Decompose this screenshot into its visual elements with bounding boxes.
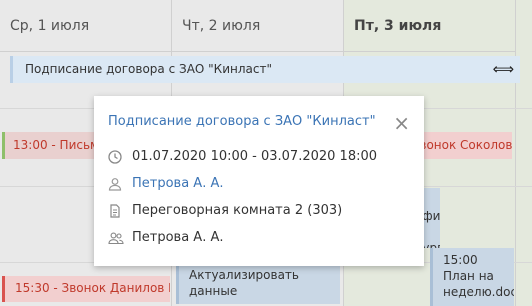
clock-icon (108, 149, 132, 164)
resize-icon[interactable]: ⟺ (492, 60, 514, 78)
popup-location-row: Переговорная комната 2 (303) (108, 197, 424, 224)
user-icon (108, 177, 132, 191)
event-time: 15:00 (443, 253, 478, 267)
event-bar-contract[interactable]: Подписание договора с ЗАО "Кинласт" ⟺ (10, 56, 520, 83)
popup-datetime: 01.07.2020 10:00 - 03.07.2020 18:00 (132, 149, 378, 164)
event-label: Актуализировать (189, 268, 299, 282)
users-icon (108, 231, 132, 245)
event-label: План на (443, 269, 494, 283)
event-details-popup: Подписание договора с ЗАО "Кинласт" × 01… (94, 96, 424, 266)
event-call-danilov[interactable]: 15:30 - Звонок Данилов М (2, 276, 170, 302)
event-update-data[interactable]: Актуализировать данные (176, 264, 340, 304)
day-header-fri[interactable]: Пт, 3 июля (344, 0, 515, 52)
event-label: неделю.docx (443, 285, 514, 299)
day-header-thu[interactable]: Чт, 2 июля (172, 0, 343, 52)
popup-participants: Петрова А. А. (132, 230, 224, 245)
popup-location: Переговорная комната 2 (303) (132, 203, 343, 218)
event-label: 13:00 - Письмо (13, 138, 107, 152)
popup-datetime-row: 01.07.2020 10:00 - 03.07.2020 18:00 (108, 143, 424, 170)
day-header-wed[interactable]: Ср, 1 июля (0, 0, 171, 52)
event-bar-title: Подписание договора с ЗАО "Кинласт" (25, 62, 272, 76)
document-icon (108, 203, 132, 218)
close-icon[interactable]: × (393, 113, 410, 133)
day-column-next (516, 0, 532, 306)
event-label: 15:30 - Звонок Данилов М (15, 281, 170, 295)
popup-organizer-link[interactable]: Петрова А. А. (132, 176, 224, 191)
event-label: звонок Соколов Ал (413, 138, 512, 152)
popup-participants-row: Петрова А. А. (108, 224, 424, 251)
popup-organizer-row: Петрова А. А. (108, 170, 424, 197)
event-weekly-plan[interactable]: 15:00 План на неделю.docx (430, 248, 514, 306)
event-label: данные (189, 284, 238, 298)
popup-title[interactable]: Подписание договора с ЗАО "Кинласт" (108, 114, 424, 129)
